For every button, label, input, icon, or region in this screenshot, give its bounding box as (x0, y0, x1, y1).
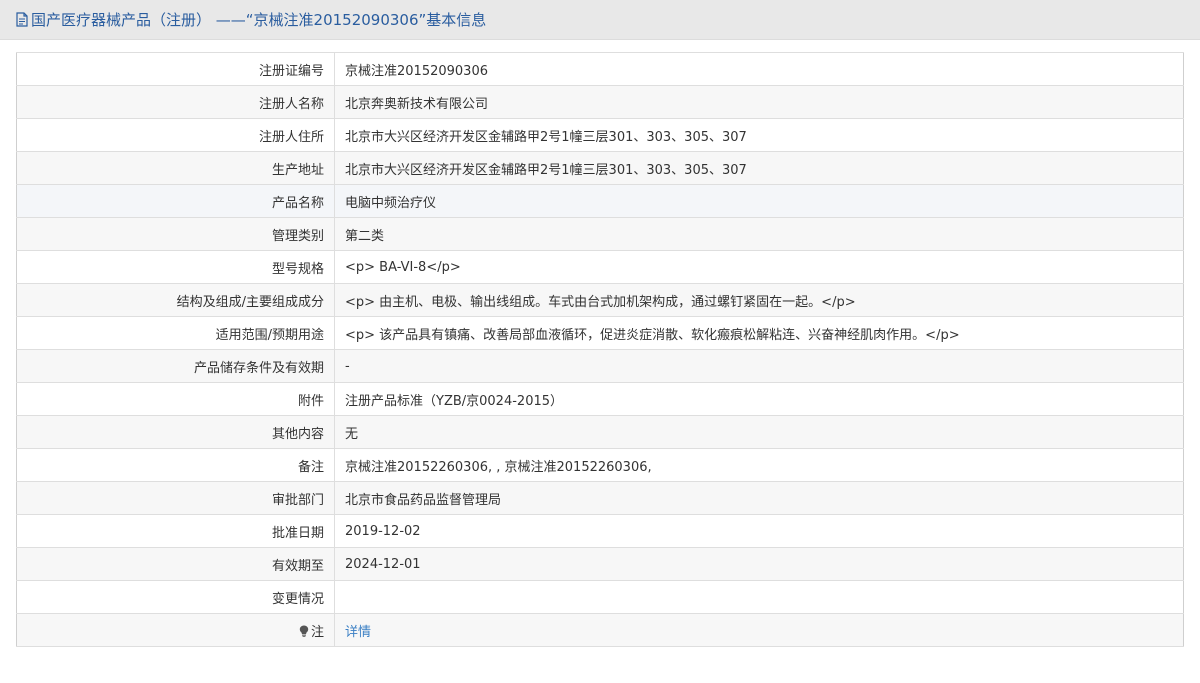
row-value (334, 580, 1184, 614)
row-value: 北京市大兴区经济开发区金辅路甲2号1幢三层301、303、305、307 (334, 151, 1184, 185)
table-row: 注册人住所 北京市大兴区经济开发区金辅路甲2号1幢三层301、303、305、3… (16, 118, 1184, 152)
row-label: 附件 (16, 382, 335, 416)
table-row: 注册人名称 北京奔奥新技术有限公司 (16, 85, 1184, 119)
note-value-cell: 详情 (334, 613, 1184, 647)
row-label: 有效期至 (16, 547, 335, 581)
table-row: 其他内容 无 (16, 415, 1184, 449)
row-label: 批准日期 (16, 514, 335, 548)
table-row: 产品储存条件及有效期 - (16, 349, 1184, 383)
row-label: 产品名称 (16, 184, 335, 218)
table-row: 备注 京械注准20152260306, , 京械注准20152260306, (16, 448, 1184, 482)
row-label: 审批部门 (16, 481, 335, 515)
table-row: 管理类别 第二类 (16, 217, 1184, 251)
row-label: 型号规格 (16, 250, 335, 284)
row-value: 北京市食品药品监督管理局 (334, 481, 1184, 515)
row-value: 京械注准20152090306 (334, 52, 1184, 86)
row-label: 适用范围/预期用途 (16, 316, 335, 350)
note-row: 注 详情 (16, 613, 1184, 647)
lightbulb-icon (299, 625, 309, 637)
table-row: 结构及组成/主要组成成分 <p> 由主机、电极、输出线组成。车式由台式加机架构成… (16, 283, 1184, 317)
row-value: - (334, 349, 1184, 383)
document-icon (16, 12, 28, 27)
row-label: 注册证编号 (16, 52, 335, 86)
row-value: 北京市大兴区经济开发区金辅路甲2号1幢三层301、303、305、307 (334, 118, 1184, 152)
row-label: 产品储存条件及有效期 (16, 349, 335, 383)
table-row: 注册证编号 京械注准20152090306 (16, 52, 1184, 86)
row-value: 北京奔奥新技术有限公司 (334, 85, 1184, 119)
row-value: <p> 该产品具有镇痛、改善局部血液循环，促进炎症消散、软化瘢痕松解粘连、兴奋神… (334, 316, 1184, 350)
row-label: 管理类别 (16, 217, 335, 251)
row-label: 注册人名称 (16, 85, 335, 119)
row-value: 电脑中频治疗仪 (334, 184, 1184, 218)
row-value: 2024-12-01 (334, 547, 1184, 581)
row-label: 结构及组成/主要组成成分 (16, 283, 335, 317)
row-label: 其他内容 (16, 415, 335, 449)
panel-header: 国产医疗器械产品（注册） ——“京械注准20152090306”基本信息 (0, 0, 1200, 40)
table-row: 型号规格 <p> BA-VI-8</p> (16, 250, 1184, 284)
details-link[interactable]: 详情 (345, 625, 371, 640)
page-title: 国产医疗器械产品（注册） ——“京械注准20152090306”基本信息 (16, 9, 486, 30)
table-row: 变更情况 (16, 580, 1184, 614)
info-table: 注册证编号 京械注准20152090306 注册人名称 北京奔奥新技术有限公司 … (16, 52, 1184, 647)
row-value: 第二类 (334, 217, 1184, 251)
note-label: 注 (310, 624, 324, 640)
page-title-text: 国产医疗器械产品（注册） ——“京械注准20152090306”基本信息 (31, 11, 487, 29)
info-table-wrapper: 注册证编号 京械注准20152090306 注册人名称 北京奔奥新技术有限公司 … (16, 52, 1184, 647)
table-row: 生产地址 北京市大兴区经济开发区金辅路甲2号1幢三层301、303、305、30… (16, 151, 1184, 185)
row-value: 无 (334, 415, 1184, 449)
row-label: 生产地址 (16, 151, 335, 185)
row-label: 备注 (16, 448, 335, 482)
table-row: 产品名称 电脑中频治疗仪 (16, 184, 1184, 218)
row-value: 2019-12-02 (334, 514, 1184, 548)
row-value: <p> BA-VI-8</p> (334, 250, 1184, 284)
table-row: 附件 注册产品标准（YZB/京0024-2015） (16, 382, 1184, 416)
row-label: 注册人住所 (16, 118, 335, 152)
row-value: 京械注准20152260306, , 京械注准20152260306, (334, 448, 1184, 482)
row-value: 注册产品标准（YZB/京0024-2015） (334, 382, 1184, 416)
row-value: <p> 由主机、电极、输出线组成。车式由台式加机架构成，通过螺钉紧固在一起。</… (334, 283, 1184, 317)
table-row: 审批部门 北京市食品药品监督管理局 (16, 481, 1184, 515)
table-row: 适用范围/预期用途 <p> 该产品具有镇痛、改善局部血液循环，促进炎症消散、软化… (16, 316, 1184, 350)
row-label: 变更情况 (16, 580, 335, 614)
content-panel: 国产医疗器械产品（注册） ——“京械注准20152090306”基本信息 注册证… (0, 0, 1200, 683)
table-row: 批准日期 2019-12-02 (16, 514, 1184, 548)
table-row: 有效期至 2024-12-01 (16, 547, 1184, 581)
note-label-cell: 注 (16, 613, 335, 647)
